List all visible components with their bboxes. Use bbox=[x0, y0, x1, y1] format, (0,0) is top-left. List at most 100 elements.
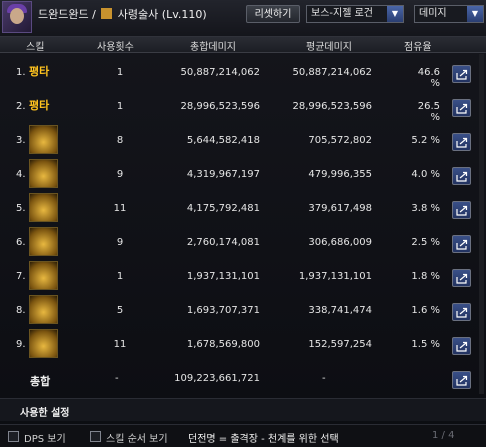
row-rank: 3. bbox=[16, 135, 26, 146]
share-icon bbox=[456, 205, 468, 216]
average-damage: 379,617,498 bbox=[308, 203, 372, 214]
chevron-down-icon[interactable]: ▼ bbox=[387, 6, 403, 22]
use-count: 5 bbox=[116, 305, 124, 316]
use-count: 1 bbox=[116, 67, 124, 78]
row-rank: 6. bbox=[16, 237, 26, 248]
total-damage: 5,644,582,418 bbox=[186, 135, 260, 146]
total-damage: 4,175,792,481 bbox=[186, 203, 260, 214]
damage-share: 46.6 % bbox=[417, 67, 440, 89]
table-row[interactable]: 9. 11 1,678,569,800 152,597,254 1.5 % bbox=[0, 328, 486, 362]
share-button[interactable] bbox=[452, 337, 471, 355]
use-count: 1 bbox=[116, 271, 124, 282]
column-header: 스킬 사용횟수 총합데미지 평균데미지 점유율 bbox=[0, 37, 486, 53]
footer-bar: DPS 보기 스킬 순서 보기 던전명 = 출격장 - 천계를 위한 선택 1 … bbox=[0, 424, 486, 447]
table-row[interactable]: 5. 11 4,175,792,481 379,617,498 3.8 % bbox=[0, 192, 486, 226]
share-button[interactable] bbox=[452, 65, 471, 83]
use-count: 9 bbox=[116, 169, 124, 180]
share-button[interactable] bbox=[452, 99, 471, 117]
col-avg[interactable]: 평균데미지 bbox=[306, 38, 352, 53]
col-total[interactable]: 총합데미지 bbox=[190, 38, 236, 53]
class-icon bbox=[101, 8, 113, 19]
dps-view-checkbox[interactable] bbox=[8, 431, 19, 442]
table-row[interactable]: 2. 평타 1 28,996,523,596 28,996,523,596 26… bbox=[0, 90, 486, 124]
share-icon bbox=[456, 239, 468, 250]
share-icon bbox=[456, 103, 468, 114]
total-damage: 28,996,523,596 bbox=[180, 101, 260, 112]
use-count: 8 bbox=[116, 135, 124, 146]
beast-rush-icon bbox=[29, 261, 58, 290]
class-level: 사령술사 (Lv.110) bbox=[114, 8, 207, 21]
settings-tab-label: 사용한 설정 bbox=[20, 408, 70, 419]
share-button[interactable] bbox=[452, 201, 471, 219]
row-rank: 8. bbox=[16, 305, 26, 316]
row-rank: 4. bbox=[16, 169, 26, 180]
use-count: 11 bbox=[113, 339, 127, 350]
total-damage: 50,887,214,062 bbox=[180, 67, 260, 78]
table-row[interactable]: 4. 9 4,319,967,197 479,996,355 4.0 % bbox=[0, 158, 486, 192]
row-rank: 2. bbox=[16, 101, 26, 112]
total-damage: 1,693,707,371 bbox=[186, 305, 260, 316]
damage-share: 26.5 % bbox=[417, 101, 440, 123]
table-row[interactable]: 1. 평타 1 50,887,214,062 50,887,214,062 46… bbox=[0, 56, 486, 90]
dash-strike-icon bbox=[29, 295, 58, 324]
row-rank: 1. bbox=[16, 67, 26, 78]
mode-select-value: 데미지 bbox=[419, 8, 447, 19]
guild-name: 드완드완드 / bbox=[38, 8, 100, 21]
table-row[interactable]: 8. 5 1,693,707,371 338,741,474 1.6 % bbox=[0, 294, 486, 328]
use-count: 1 bbox=[116, 101, 124, 112]
chevron-down-icon[interactable]: ▼ bbox=[467, 6, 483, 22]
skill-name: 평타 bbox=[29, 99, 50, 112]
damage-share: 2.5 % bbox=[411, 237, 440, 248]
summary-avg: - bbox=[322, 373, 326, 384]
share-button[interactable] bbox=[452, 235, 471, 253]
row-rank: 7. bbox=[16, 271, 26, 282]
share-button[interactable] bbox=[452, 303, 471, 321]
table-row[interactable]: 7. 1 1,937,131,101 1,937,131,101 1.8 % bbox=[0, 260, 486, 294]
used-settings-tab[interactable]: 사용한 설정 bbox=[0, 398, 486, 421]
col-share[interactable]: 점유율 bbox=[404, 38, 432, 53]
row-rank: 9. bbox=[16, 339, 26, 350]
total-damage: 1,678,569,800 bbox=[186, 339, 260, 350]
share-button[interactable] bbox=[452, 269, 471, 287]
average-damage: 152,597,254 bbox=[308, 339, 372, 350]
col-skill[interactable]: 스킬 bbox=[26, 38, 44, 53]
damage-share: 4.0 % bbox=[411, 169, 440, 180]
page-indicator: 1 / 4 bbox=[432, 430, 455, 441]
damage-share: 1.5 % bbox=[411, 339, 440, 350]
table-row[interactable]: 6. 9 2,760,174,081 306,686,009 2.5 % bbox=[0, 226, 486, 260]
average-damage: 306,686,009 bbox=[308, 237, 372, 248]
row-rank: 5. bbox=[16, 203, 26, 214]
share-icon bbox=[456, 137, 468, 148]
share-icon bbox=[456, 273, 468, 284]
dps-meter-window: 드완드완드 / 사령술사 (Lv.110) 리셋하기 보스-지젤 로건 ▼ 데미… bbox=[0, 0, 486, 447]
dps-view-label: DPS 보기 bbox=[24, 434, 66, 445]
share-icon bbox=[456, 69, 468, 80]
col-count[interactable]: 사용횟수 bbox=[97, 38, 134, 53]
mode-select[interactable]: 데미지 ▼ bbox=[414, 5, 484, 23]
reset-button[interactable]: 리셋하기 bbox=[246, 5, 300, 23]
average-damage: 705,572,802 bbox=[308, 135, 372, 146]
average-damage: 338,741,474 bbox=[308, 305, 372, 316]
share-button[interactable] bbox=[452, 167, 471, 185]
boss-select[interactable]: 보스-지젤 로건 ▼ bbox=[306, 5, 404, 23]
skill-order-checkbox[interactable] bbox=[90, 431, 101, 442]
total-damage: 4,319,967,197 bbox=[186, 169, 260, 180]
damage-share: 1.6 % bbox=[411, 305, 440, 316]
share-button[interactable] bbox=[452, 133, 471, 151]
use-count: 11 bbox=[113, 203, 127, 214]
wolf-howl-icon bbox=[29, 193, 58, 222]
damage-share: 5.2 % bbox=[411, 135, 440, 146]
table-row[interactable]: 3. 8 5,644,582,418 705,572,802 5.2 % bbox=[0, 124, 486, 158]
slash-icon bbox=[29, 227, 58, 256]
share-button[interactable] bbox=[452, 371, 471, 389]
beast-claw-icon bbox=[29, 125, 58, 154]
average-damage: 28,996,523,596 bbox=[292, 101, 372, 112]
average-damage: 1,937,131,101 bbox=[298, 271, 372, 282]
total-damage: 2,760,174,081 bbox=[186, 237, 260, 248]
claw-burst-icon bbox=[29, 329, 58, 358]
damage-share: 1.8 % bbox=[411, 271, 440, 282]
dungeon-name: 던전명 = 출격장 - 천계를 위한 선택 bbox=[188, 434, 339, 445]
summon-beast-icon bbox=[29, 159, 58, 188]
share-icon bbox=[456, 171, 468, 182]
total-damage: 1,937,131,101 bbox=[186, 271, 260, 282]
